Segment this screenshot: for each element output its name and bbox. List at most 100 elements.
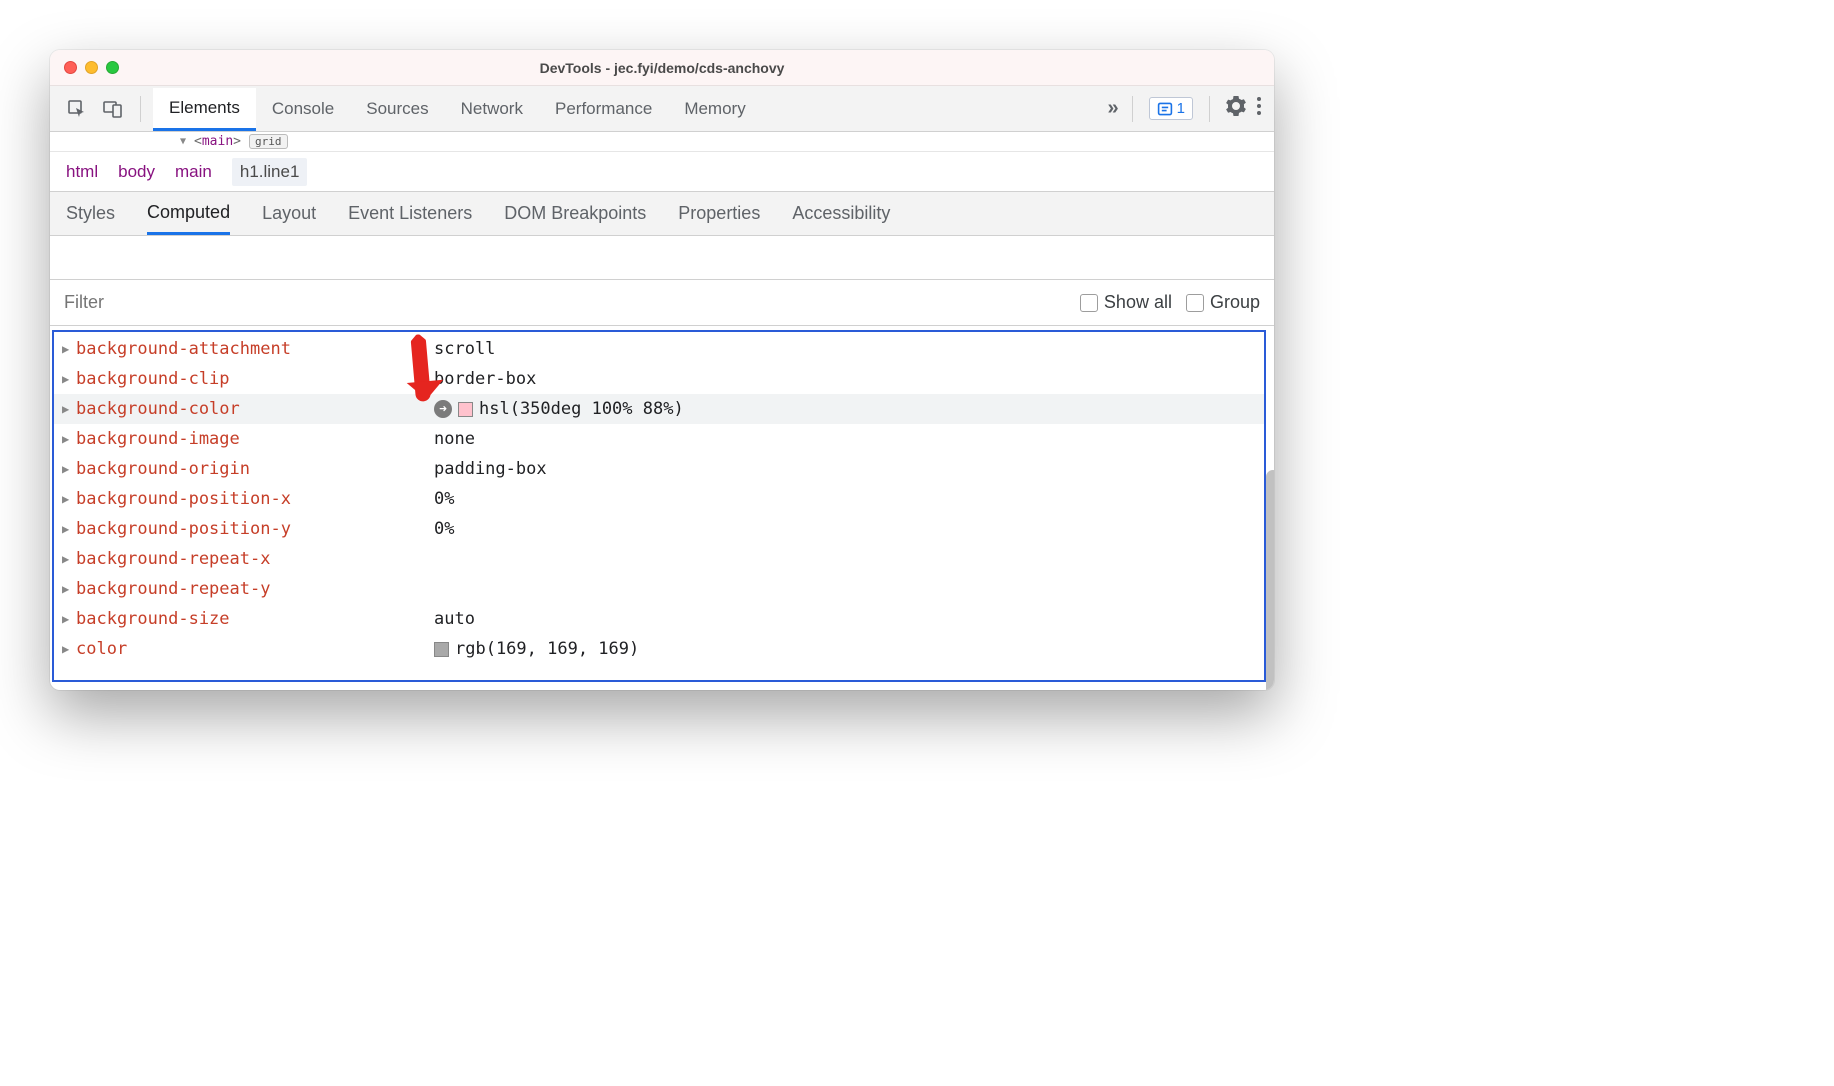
- kebab-menu-icon[interactable]: [1256, 96, 1262, 122]
- filter-input[interactable]: [64, 292, 1066, 313]
- scrollbar-thumb[interactable]: [1266, 470, 1274, 690]
- toolbar-separator: [140, 96, 141, 122]
- panel-tab-performance[interactable]: Performance: [539, 89, 668, 129]
- toolbar-separator: [1132, 96, 1133, 122]
- disclosure-triangle-icon[interactable]: ▶: [62, 642, 76, 656]
- property-name: background-image: [76, 429, 434, 449]
- style-tab-properties[interactable]: Properties: [678, 194, 760, 233]
- maximize-window-button[interactable]: [106, 61, 119, 74]
- checkbox-icon: [1186, 294, 1204, 312]
- issues-chip[interactable]: 1: [1149, 97, 1193, 120]
- property-name: background-size: [76, 609, 434, 629]
- spacer: [50, 236, 1274, 280]
- property-value-text: auto: [434, 609, 475, 629]
- elements-tag: main: [202, 134, 233, 149]
- computed-row-background-origin[interactable]: ▶background-originpadding-box: [54, 454, 1264, 484]
- computed-properties-list[interactable]: ▶background-attachmentscroll▶background-…: [52, 330, 1266, 682]
- color-swatch-icon[interactable]: [458, 402, 473, 417]
- issues-count: 1: [1177, 100, 1185, 117]
- computed-row-background-repeat-x[interactable]: ▶background-repeat-x: [54, 544, 1264, 574]
- toolbar-right: » 1: [1108, 96, 1262, 122]
- crumb-body[interactable]: body: [118, 162, 155, 182]
- crumb-h1-line1[interactable]: h1.line1: [232, 158, 308, 186]
- property-name: background-position-x: [76, 489, 434, 509]
- crumb-html[interactable]: html: [66, 162, 98, 182]
- property-name: background-repeat-y: [76, 579, 434, 599]
- property-name: color: [76, 639, 434, 659]
- property-name: background-clip: [76, 369, 434, 389]
- property-name: background-attachment: [76, 339, 434, 359]
- crumb-main[interactable]: main: [175, 162, 212, 182]
- disclosure-triangle-icon[interactable]: ▶: [62, 492, 76, 506]
- style-tab-dom-breakpoints[interactable]: DOM Breakpoints: [504, 194, 646, 233]
- property-value-text: rgb(169, 169, 169): [455, 639, 639, 659]
- show-all-label: Show all: [1104, 292, 1172, 313]
- property-value-text: padding-box: [434, 459, 547, 479]
- property-value: border-box: [434, 369, 536, 389]
- property-value-text: scroll: [434, 339, 495, 359]
- disclosure-triangle-icon[interactable]: ▶: [62, 432, 76, 446]
- disclosure-triangle-icon[interactable]: ▶: [62, 612, 76, 626]
- style-tab-event-listeners[interactable]: Event Listeners: [348, 194, 472, 233]
- disclosure-triangle-icon[interactable]: ▶: [62, 372, 76, 386]
- inspect-icon[interactable]: [62, 94, 92, 124]
- computed-row-background-image[interactable]: ▶background-imagenone: [54, 424, 1264, 454]
- filter-bar: Show all Group: [50, 280, 1274, 326]
- issues-icon: [1157, 101, 1173, 117]
- property-value-text: none: [434, 429, 475, 449]
- property-value-text: hsl(350deg 100% 88%): [479, 399, 684, 419]
- style-tab-computed[interactable]: Computed: [147, 193, 230, 235]
- group-checkbox[interactable]: Group: [1186, 292, 1260, 313]
- disclosure-triangle-icon[interactable]: ▶: [62, 342, 76, 356]
- panel-tab-network[interactable]: Network: [445, 89, 539, 129]
- computed-row-background-clip[interactable]: ▶background-clipborder-box: [54, 364, 1264, 394]
- computed-row-background-color[interactable]: ▶background-color➜ hsl(350deg 100% 88%): [54, 394, 1264, 424]
- disclosure-triangle-icon[interactable]: ▶: [62, 522, 76, 536]
- disclosure-triangle-icon[interactable]: ▶: [62, 462, 76, 476]
- gear-icon[interactable]: [1226, 96, 1246, 122]
- computed-row-background-position-x[interactable]: ▶background-position-x0%: [54, 484, 1264, 514]
- property-value: rgb(169, 169, 169): [434, 639, 639, 659]
- disclosure-triangle-icon[interactable]: ▶: [62, 402, 76, 416]
- panel-tab-memory[interactable]: Memory: [668, 89, 761, 129]
- property-value: 0%: [434, 519, 454, 539]
- property-name: background-origin: [76, 459, 434, 479]
- panel-tab-console[interactable]: Console: [256, 89, 350, 129]
- minimize-window-button[interactable]: [85, 61, 98, 74]
- computed-row-background-attachment[interactable]: ▶background-attachmentscroll: [54, 334, 1264, 364]
- property-value: scroll: [434, 339, 495, 359]
- window-controls: [64, 61, 119, 74]
- computed-row-background-position-y[interactable]: ▶background-position-y0%: [54, 514, 1264, 544]
- goto-source-icon[interactable]: ➜: [434, 400, 452, 418]
- property-name: background-color: [76, 399, 434, 419]
- property-value: none: [434, 429, 475, 449]
- panel-tab-sources[interactable]: Sources: [350, 89, 444, 129]
- property-value: padding-box: [434, 459, 547, 479]
- grid-badge[interactable]: grid: [249, 134, 288, 149]
- disclosure-triangle-icon[interactable]: ▶: [62, 582, 76, 596]
- disclosure-triangle-icon: ▼: [180, 136, 186, 147]
- window-title: DevTools - jec.fyi/demo/cds-anchovy: [50, 60, 1274, 76]
- property-value-text: 0%: [434, 489, 454, 509]
- device-toggle-icon[interactable]: [98, 94, 128, 124]
- property-name: background-position-y: [76, 519, 434, 539]
- main-toolbar: ElementsConsoleSourcesNetworkPerformance…: [50, 86, 1274, 132]
- more-tabs-icon[interactable]: »: [1108, 97, 1116, 120]
- breadcrumb: html body main h1.line1: [50, 152, 1274, 192]
- style-tab-layout[interactable]: Layout: [262, 194, 316, 233]
- disclosure-triangle-icon[interactable]: ▶: [62, 552, 76, 566]
- style-tab-accessibility[interactable]: Accessibility: [792, 194, 890, 233]
- computed-row-color[interactable]: ▶color rgb(169, 169, 169): [54, 634, 1264, 664]
- toolbar-separator: [1209, 96, 1210, 122]
- panel-tab-elements[interactable]: Elements: [153, 88, 256, 131]
- property-value: auto: [434, 609, 475, 629]
- show-all-checkbox[interactable]: Show all: [1080, 292, 1172, 313]
- computed-row-background-size[interactable]: ▶background-sizeauto: [54, 604, 1264, 634]
- close-window-button[interactable]: [64, 61, 77, 74]
- computed-row-background-repeat-y[interactable]: ▶background-repeat-y: [54, 574, 1264, 604]
- elements-tree-row[interactable]: ▼ <main> grid: [50, 132, 1274, 152]
- color-swatch-icon[interactable]: [434, 642, 449, 657]
- panel-tabs: ElementsConsoleSourcesNetworkPerformance…: [153, 88, 1102, 130]
- style-tab-styles[interactable]: Styles: [66, 194, 115, 233]
- property-name: background-repeat-x: [76, 549, 434, 569]
